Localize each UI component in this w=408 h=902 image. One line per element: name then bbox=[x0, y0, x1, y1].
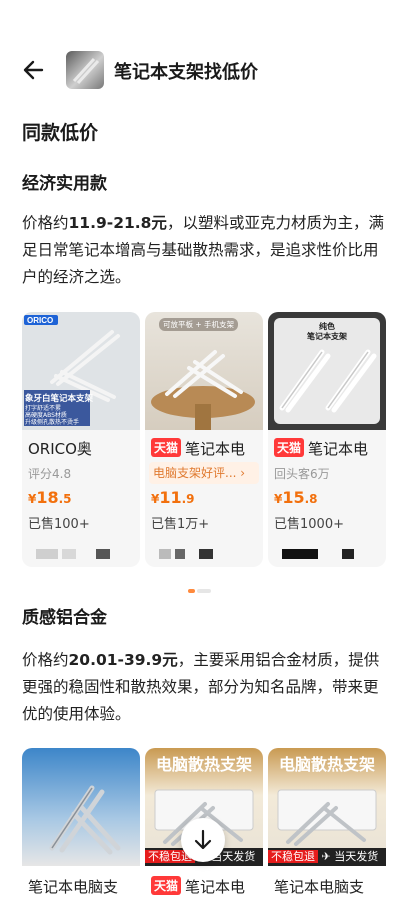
review-highlight[interactable]: 电脑支架好评... › bbox=[149, 462, 259, 484]
product-price: ¥11.9 bbox=[151, 488, 195, 507]
group-description: 价格约20.01-39.9元，主要采用铝合金材质，提供 更强的稳固性和散热效果，… bbox=[22, 651, 380, 723]
svg-text:ORICO: ORICO bbox=[27, 316, 53, 325]
blurred-shop-name bbox=[36, 549, 110, 559]
product-card[interactable]: 可放平板 + 手机支架 天猫 笔记本电 电脑支架好评... › ¥11.9 已售1… bbox=[145, 312, 263, 567]
tmall-badge: 天猫 bbox=[151, 438, 182, 457]
product-name: 笔记本电脑支 bbox=[28, 878, 119, 896]
page-title: 笔记本支架找低价 bbox=[114, 62, 258, 83]
product-thumbnail bbox=[66, 51, 104, 89]
product-rating: 评分4.8 bbox=[28, 467, 72, 481]
product-sold: 已售100+ bbox=[28, 517, 90, 532]
product-name: 天猫 笔记本电 bbox=[151, 438, 263, 459]
group-title: 质感铝合金 bbox=[22, 608, 107, 628]
product-name: 天猫 笔记本电 bbox=[274, 438, 386, 459]
arrow-left-icon[interactable] bbox=[20, 56, 48, 84]
product-price: ¥15.8 bbox=[274, 488, 318, 507]
product-sold: 已售1000+ bbox=[274, 517, 344, 532]
group-title: 经济实用款 bbox=[22, 174, 107, 194]
blurred-shop-name bbox=[159, 549, 213, 559]
product-image: 可放平板 + 手机支架 bbox=[145, 312, 263, 430]
group-description: 价格约11.9-21.8元，以塑料或亚克力材质为主，满 足日常笔记本增高与基础散… bbox=[22, 214, 384, 286]
product-image: ORICO 象牙白笔记本支架 打字舒适不累 高硬度ABS材质 升级侧孔散热不烫手 bbox=[22, 312, 140, 430]
product-price: ¥18.5 bbox=[28, 488, 72, 507]
product-image: 电脑散热支架 不稳包退 ✈ 当天发货 bbox=[268, 748, 386, 866]
product-card[interactable]: 笔记本电脑支 bbox=[22, 748, 140, 898]
product-card[interactable]: ORICO 象牙白笔记本支架 打字舒适不累 高硬度ABS材质 升级侧孔散热不烫手… bbox=[22, 312, 140, 567]
blurred-shop-name bbox=[282, 549, 354, 559]
tmall-badge: 天猫 bbox=[151, 876, 182, 895]
chevron-right-icon: › bbox=[236, 466, 246, 480]
product-sold: 已售1万+ bbox=[151, 517, 210, 532]
repeat-customers: 回头客6万 bbox=[274, 467, 330, 481]
product-image bbox=[22, 748, 140, 866]
section-title: 同款低价 bbox=[22, 122, 99, 144]
product-image: 纯色 笔记本支架 bbox=[268, 312, 386, 430]
product-name: 笔记本电脑支 bbox=[274, 878, 365, 896]
tmall-badge: 天猫 bbox=[274, 438, 305, 457]
carousel-indicator bbox=[188, 578, 213, 597]
product-name: ORICO奥 bbox=[28, 440, 92, 458]
product-name: 天猫 笔记本电 bbox=[151, 876, 263, 897]
product-card[interactable]: 电脑散热支架 不稳包退 ✈ 当天发货 笔记本电脑支 bbox=[268, 748, 386, 898]
product-card[interactable]: 纯色 笔记本支架 天猫 笔记本电 回头客6万 ¥15.8 已售1000+ bbox=[268, 312, 386, 567]
scroll-down-button[interactable] bbox=[181, 818, 225, 862]
top-bar: 笔记本支架找低价 bbox=[0, 44, 408, 96]
arrow-down-icon bbox=[194, 829, 212, 850]
